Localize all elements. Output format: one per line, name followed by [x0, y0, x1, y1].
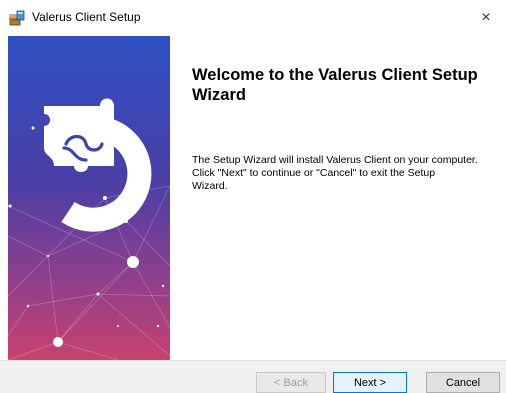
close-button[interactable]: × — [466, 0, 506, 36]
close-icon: × — [481, 9, 491, 26]
window-title: Valerus Client Setup — [32, 10, 141, 24]
button-bar: < Back Next > Cancel — [0, 360, 506, 393]
installer-icon — [8, 9, 26, 27]
welcome-panel: Welcome to the Valerus Client Setup Wiza… — [170, 36, 506, 360]
cancel-button[interactable]: Cancel — [426, 372, 500, 393]
banner-graphic — [8, 36, 170, 360]
next-button[interactable]: Next > — [333, 372, 407, 393]
wizard-banner — [8, 36, 170, 360]
page-title: Welcome to the Valerus Client Setup Wiza… — [192, 66, 478, 104]
title-bar: Valerus Client Setup × — [0, 0, 506, 36]
setup-window: Valerus Client Setup × Welcome to the Va… — [0, 0, 506, 393]
back-button[interactable]: < Back — [256, 372, 326, 393]
welcome-description: The Setup Wizard will install Valerus Cl… — [192, 154, 478, 192]
